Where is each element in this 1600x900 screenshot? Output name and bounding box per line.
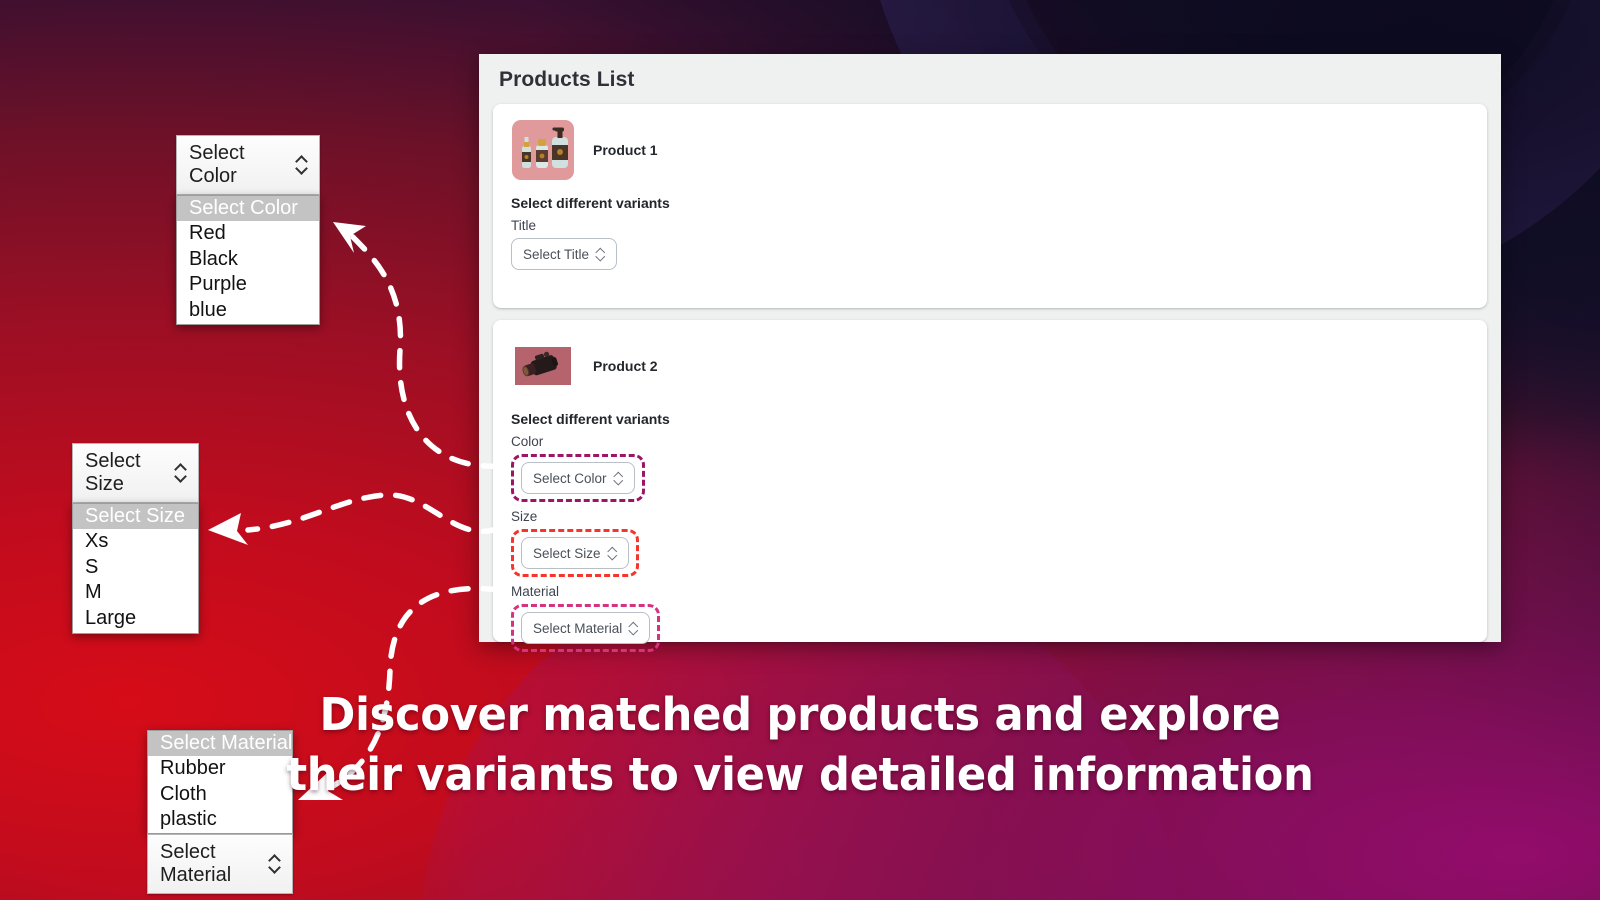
select-material-value: Select Material <box>533 620 623 636</box>
select-title-value: Select Title <box>523 246 590 262</box>
product-name: Product 1 <box>593 142 658 158</box>
native-dropdown-material-button[interactable]: Select Material <box>147 833 293 894</box>
product-header: Product 2 <box>511 335 1469 397</box>
dropdown-option[interactable]: Large <box>73 606 198 631</box>
product-card[interactable]: Product 2 Select different variants Colo… <box>493 320 1487 652</box>
product-header: Product 1 <box>511 119 1469 181</box>
caption-line-1: Discover matched products and explore <box>319 688 1281 741</box>
dropdown-option[interactable]: Red <box>177 221 319 246</box>
option-select-wrapper-title: Select Title <box>511 238 1469 270</box>
dropdown-option[interactable]: M <box>73 580 198 605</box>
product-card[interactable]: Product 1 Select different variants Titl… <box>493 104 1487 308</box>
native-dropdown-material-label: Select Material <box>160 840 232 886</box>
chevron-updown-icon <box>614 470 623 486</box>
highlight-box-material: Select Material <box>511 604 661 652</box>
option-label-size: Size <box>511 509 538 524</box>
native-dropdown-color[interactable]: Select Color Select Color Red Black Purp… <box>176 135 320 325</box>
chevron-updown-icon <box>269 854 280 874</box>
highlight-box-color: Select Color <box>511 454 645 502</box>
dropdown-option[interactable]: Select Size <box>73 504 198 530</box>
chevron-updown-icon <box>296 155 307 175</box>
dropdown-option[interactable]: Black <box>177 247 319 272</box>
dropdown-option[interactable]: black <box>177 323 319 325</box>
select-material[interactable]: Select Material <box>521 612 651 644</box>
dropdown-option[interactable]: Select Color <box>177 196 319 222</box>
dropdown-option[interactable]: Purple <box>177 272 319 297</box>
product-thumbnail <box>511 335 575 397</box>
product-thumbnail <box>511 119 575 181</box>
select-title[interactable]: Select Title <box>511 238 618 270</box>
dropdown-option[interactable]: small <box>73 631 198 633</box>
camera-icon <box>512 336 574 396</box>
highlight-box-size: Select Size <box>511 529 639 577</box>
native-dropdown-color-label: Select Color <box>189 142 245 187</box>
caption-line-2: their variants to view detailed informat… <box>286 747 1314 801</box>
select-color[interactable]: Select Color <box>521 462 635 494</box>
chevron-updown-icon <box>596 246 605 262</box>
dropdown-option[interactable]: Xs <box>73 529 198 554</box>
native-dropdown-size-list[interactable]: Select Size Xs S M Large small <box>72 503 199 634</box>
native-dropdown-color-list[interactable]: Select Color Red Black Purple blue black <box>176 195 320 325</box>
native-dropdown-color-button[interactable]: Select Color <box>176 135 320 195</box>
dropdown-option[interactable]: plastic <box>148 807 292 832</box>
select-size[interactable]: Select Size <box>521 537 629 569</box>
option-label-material: Material <box>511 584 560 599</box>
dropdown-option[interactable]: blue <box>177 298 319 323</box>
variants-heading: Select different variants <box>511 195 670 211</box>
products-panel: Products List Product 1 Select different… <box>479 54 1501 652</box>
cosmetic-bottles-icon <box>512 120 574 180</box>
native-dropdown-size-label: Select Size <box>85 450 141 495</box>
option-label-title: Title <box>511 218 537 233</box>
page-title: Products List <box>499 68 635 91</box>
chevron-updown-icon <box>175 463 186 483</box>
product-name: Product 2 <box>593 358 658 374</box>
native-dropdown-size-button[interactable]: Select Size <box>72 443 199 503</box>
chevron-updown-icon <box>608 545 617 561</box>
caption: Discover matched products and explore th… <box>0 685 1600 805</box>
dropdown-option[interactable]: S <box>73 555 198 580</box>
variants-heading: Select different variants <box>511 411 670 427</box>
select-color-value: Select Color <box>533 470 607 486</box>
select-size-value: Select Size <box>533 545 601 561</box>
native-dropdown-size[interactable]: Select Size Select Size Xs S M Large sma… <box>72 443 199 634</box>
chevron-updown-icon <box>629 620 638 636</box>
option-label-color: Color <box>511 434 544 449</box>
